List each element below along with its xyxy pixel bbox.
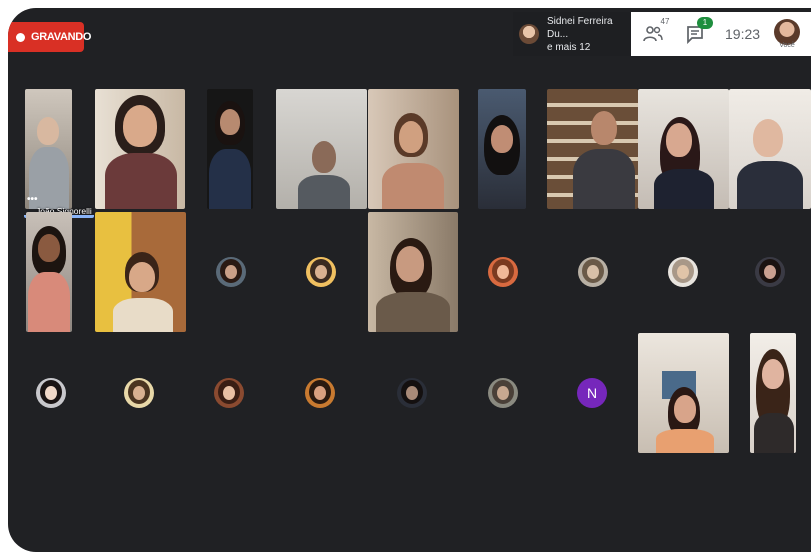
self-avatar-button[interactable]: Você xyxy=(774,19,801,49)
participant-avatar xyxy=(305,378,335,408)
participant-avatar xyxy=(216,257,246,287)
video-tile[interactable] xyxy=(207,89,253,209)
video-tile[interactable] xyxy=(547,89,638,209)
video-tile[interactable] xyxy=(368,89,459,209)
avatar-tile[interactable] xyxy=(8,338,94,448)
avatar-tile[interactable] xyxy=(638,212,728,332)
avatar-tile[interactable] xyxy=(728,212,811,332)
chat-badge: 1 xyxy=(697,17,713,29)
presenter-avatar xyxy=(519,24,539,44)
avatar-tile[interactable] xyxy=(184,338,274,448)
recording-label: GRAVANDO xyxy=(31,31,92,43)
video-tile[interactable] xyxy=(95,212,186,332)
video-tile[interactable] xyxy=(638,333,729,453)
participant-avatar xyxy=(124,378,154,408)
presenter-chip[interactable]: Sidnei Ferreira Du... e mais 12 xyxy=(513,12,631,56)
participant-avatar xyxy=(397,378,427,408)
avatar-tile[interactable] xyxy=(274,338,366,448)
video-tile[interactable] xyxy=(26,212,72,332)
video-tile[interactable] xyxy=(478,89,526,209)
presenter-name: Sidnei Ferreira Du... xyxy=(547,15,613,40)
participant-avatar xyxy=(488,257,518,287)
people-button[interactable]: 47 xyxy=(641,17,669,46)
people-icon xyxy=(643,26,663,42)
recording-indicator: GRAVANDO xyxy=(8,22,91,52)
letter-avatar: N xyxy=(577,378,607,408)
video-tile[interactable]: ••• xyxy=(25,89,72,209)
participant-avatar xyxy=(754,257,785,287)
avatar-tile[interactable]: N xyxy=(548,338,636,448)
meeting-window: GRAVANDO Sidnei Ferreira Du... e mais 12… xyxy=(8,8,811,552)
avatar-tile[interactable] xyxy=(275,212,367,332)
avatar-tile[interactable] xyxy=(458,338,548,448)
top-toolbar: 47 1 19:23 Você xyxy=(631,12,811,56)
video-tile[interactable] xyxy=(368,212,458,332)
avatar-tile[interactable] xyxy=(94,338,184,448)
video-tile[interactable] xyxy=(95,89,185,209)
participant-avatar xyxy=(306,257,336,287)
video-tile[interactable] xyxy=(729,89,811,209)
avatar-tile[interactable] xyxy=(366,338,458,448)
presenter-more: e mais 12 xyxy=(547,41,591,53)
participant-avatar xyxy=(488,378,518,408)
people-count: 47 xyxy=(660,17,670,26)
video-tile[interactable] xyxy=(750,333,796,453)
avatar-tile[interactable] xyxy=(458,212,548,332)
record-dot-icon xyxy=(16,32,25,42)
avatar-tile[interactable] xyxy=(548,212,638,332)
clock: 19:23 xyxy=(725,26,761,42)
participant-avatar xyxy=(668,257,698,287)
participant-avatar xyxy=(214,378,244,408)
avatar-tile[interactable] xyxy=(187,212,275,332)
video-tile[interactable] xyxy=(638,89,729,209)
video-tile[interactable] xyxy=(276,89,367,209)
participant-avatar xyxy=(36,378,66,408)
self-label: Você xyxy=(779,42,795,49)
chat-button[interactable]: 1 xyxy=(683,17,713,46)
participant-avatar xyxy=(578,257,608,287)
